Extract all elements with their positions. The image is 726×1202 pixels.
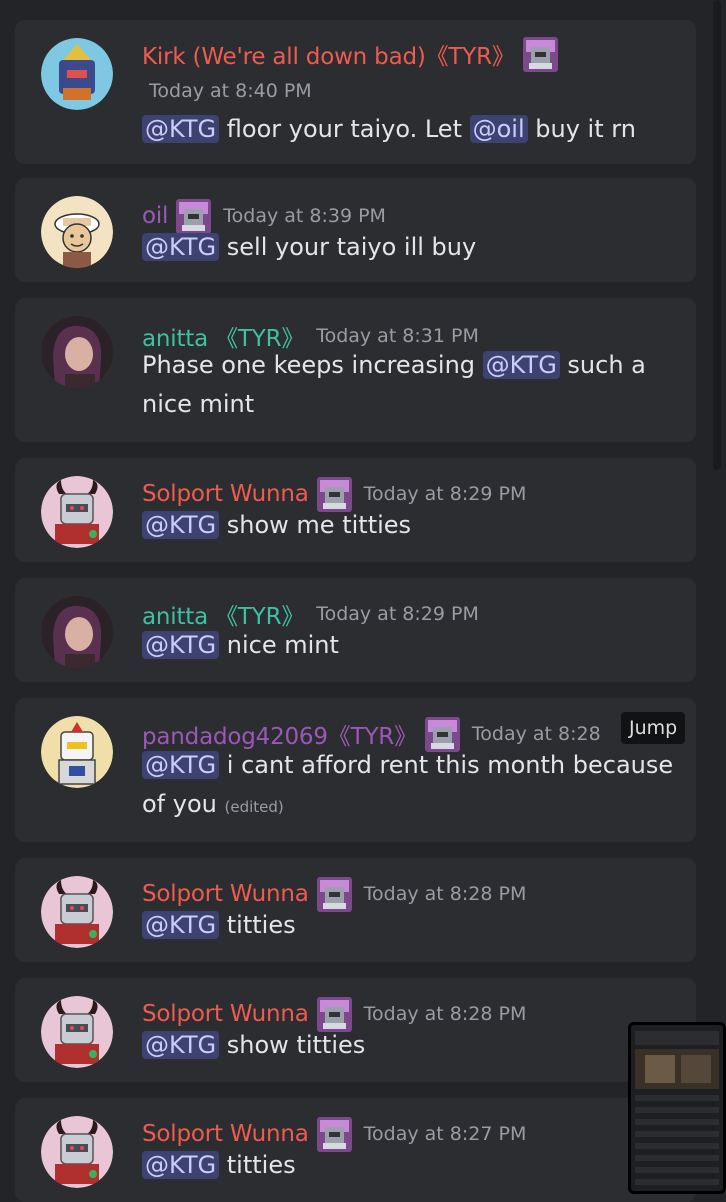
message-line: of you (edited) — [142, 785, 673, 827]
role-badge-icon[interactable] — [316, 876, 352, 912]
author-name[interactable]: Kirk (We're all down bad)《TYR》 — [142, 37, 515, 71]
message-line: @KTG titties — [142, 1146, 296, 1185]
message-text: titties — [219, 911, 296, 939]
author-name[interactable]: Solport Wunna — [142, 881, 309, 907]
message-item[interactable]: anitta 《TYR》 Today at 8:29 PM @KTG nice mi… — [15, 578, 696, 682]
horned-robot-avatar[interactable] — [41, 876, 113, 948]
message-item[interactable]: Solport Wunna Today at 8:27 PM @KTG tittie… — [15, 1098, 696, 1202]
message-timestamp[interactable]: Today at 8:29 PM — [364, 483, 527, 505]
message-item[interactable]: anitta 《TYR》 Today at 8:31 PM Phase one ke… — [15, 298, 696, 442]
message-timestamp[interactable]: Today at 8:28 PM — [364, 1003, 527, 1025]
user-mention[interactable]: @KTG — [142, 1031, 220, 1059]
message-content: @KTG titties — [142, 906, 296, 945]
message-line: Phase one keeps increasing @KTG such a — [142, 346, 646, 385]
horned-robot-avatar[interactable] — [41, 996, 113, 1068]
message-text: such a — [559, 351, 646, 379]
message-content: @KTG floor your taiyo. Let @oil buy it r… — [142, 110, 636, 149]
message-text: nice mint — [142, 390, 255, 418]
author-name[interactable]: Solport Wunna — [142, 1001, 309, 1027]
edited-label: (edited) — [224, 798, 284, 816]
message-text: titties — [219, 1151, 296, 1179]
jump-button[interactable]: Jump — [621, 712, 686, 744]
message-content: Phase one keeps increasing @KTG such a ni… — [142, 346, 646, 424]
role-badge-icon[interactable] — [316, 1116, 352, 1152]
message-timestamp[interactable]: Today at 8:29 PM — [316, 603, 479, 625]
message-text: show titties — [219, 1031, 366, 1059]
message-line: @KTG show me titties — [142, 506, 411, 545]
message-item[interactable]: pandadog42069《TYR》 Today at 8:28 @KTG i ca… — [15, 698, 696, 842]
message-text: of you — [142, 790, 225, 818]
message-content: @KTG show titties — [142, 1026, 365, 1065]
message-item[interactable]: oil Today at 8:39 PM @KTG sell your taiyo … — [15, 178, 696, 282]
message-content: @KTG titties — [142, 1146, 296, 1185]
message-content: @KTG show me titties — [142, 506, 411, 545]
anime-girl-avatar[interactable] — [41, 316, 113, 388]
message-text: show me titties — [219, 511, 412, 539]
message-text: sell your taiyo ill buy — [219, 233, 477, 261]
message-timestamp[interactable]: Today at 8:27 PM — [364, 1123, 527, 1145]
user-mention[interactable]: @KTG — [142, 911, 220, 939]
message-line: @KTG titties — [142, 906, 296, 945]
scrollbar-thumb[interactable] — [713, 0, 721, 470]
message-line: @KTG floor your taiyo. Let @oil buy it r… — [142, 110, 636, 149]
robot-mech-avatar[interactable] — [41, 38, 113, 110]
message-item[interactable]: Solport Wunna Today at 8:29 PM @KTG show m… — [15, 458, 696, 562]
user-mention[interactable]: @KTG — [482, 351, 560, 379]
message-content: @KTG nice mint — [142, 626, 339, 665]
message-content: @KTG sell your taiyo ill buy — [142, 228, 476, 267]
message-item[interactable]: Solport Wunna Today at 8:28 PM @KTG tittie… — [15, 858, 696, 962]
horned-robot-avatar[interactable] — [41, 1116, 113, 1188]
message-timestamp[interactable]: Today at 8:40 PM — [149, 80, 312, 102]
message-line: nice mint — [142, 385, 646, 424]
message-text: i cant afford rent this month because — [219, 751, 674, 779]
message-timestamp[interactable]: Today at 8:31 PM — [316, 325, 479, 347]
role-badge-icon[interactable] — [522, 36, 558, 72]
horned-robot-avatar[interactable] — [41, 476, 113, 548]
author-name[interactable]: Solport Wunna — [142, 481, 309, 507]
robot-pilot-avatar[interactable] — [41, 716, 113, 788]
user-mention[interactable]: @KTG — [142, 511, 220, 539]
user-mention[interactable]: @KTG — [142, 631, 220, 659]
message-timestamp[interactable]: Today at 8:28 — [472, 723, 601, 745]
user-mention[interactable]: @oil — [469, 115, 528, 143]
message-line: @KTG nice mint — [142, 626, 339, 665]
message-line: @KTG sell your taiyo ill buy — [142, 228, 476, 267]
message-text: floor your taiyo. Let — [219, 115, 470, 143]
message-timestamp[interactable]: Today at 8:39 PM — [223, 205, 386, 227]
message-line: @KTG show titties — [142, 1026, 365, 1065]
message-item[interactable]: Solport Wunna Today at 8:28 PM @KTG show t… — [15, 978, 696, 1082]
author-name[interactable]: Solport Wunna — [142, 1121, 309, 1147]
message-line: @KTG i cant afford rent this month becau… — [142, 746, 673, 785]
cartoon-monkey-avatar[interactable] — [41, 196, 113, 268]
message-text: Phase one keeps increasing — [142, 351, 483, 379]
user-mention[interactable]: @KTG — [142, 115, 220, 143]
user-mention[interactable]: @KTG — [142, 1151, 220, 1179]
message-content: @KTG i cant afford rent this month becau… — [142, 746, 673, 827]
user-mention[interactable]: @KTG — [142, 233, 220, 261]
video-preview-thumbnail[interactable] — [628, 1022, 726, 1194]
author-name[interactable]: oil — [142, 203, 168, 229]
preview-image — [631, 1025, 723, 1191]
anime-girl-avatar[interactable] — [41, 596, 113, 668]
message-timestamp[interactable]: Today at 8:28 PM — [364, 883, 527, 905]
message-item[interactable]: Kirk (We're all down bad)《TYR》 Today at 8… — [15, 20, 696, 164]
message-text: buy it rn — [527, 115, 636, 143]
user-mention[interactable]: @KTG — [142, 751, 220, 779]
message-text: nice mint — [219, 631, 339, 659]
